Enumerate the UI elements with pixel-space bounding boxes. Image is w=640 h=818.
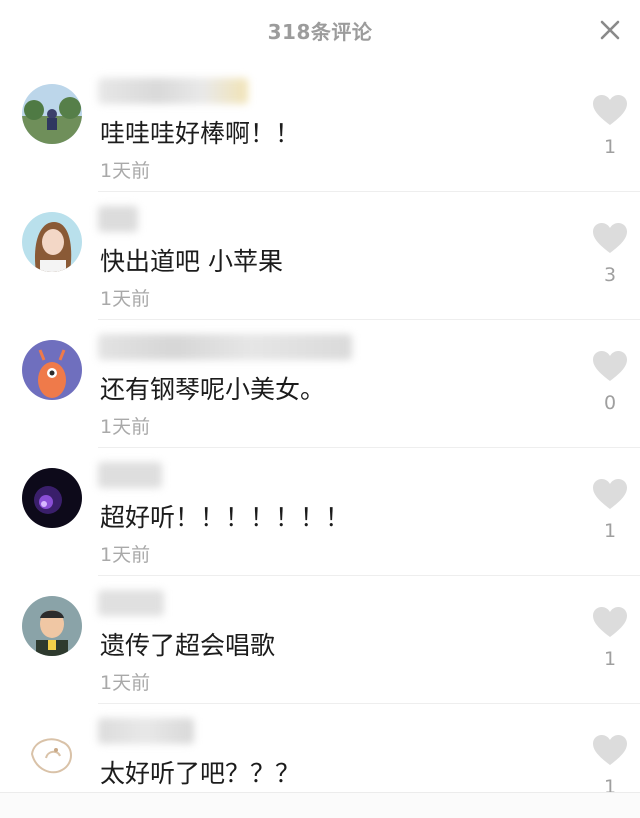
username-blurred [98,334,352,360]
comment-item: 太好听了吧？？？ 1 [0,704,640,792]
comment-count-title: 318条评论 [267,20,373,44]
heart-icon[interactable] [592,606,628,638]
heart-icon[interactable] [592,222,628,254]
heart-icon[interactable] [592,478,628,510]
username-blurred [98,590,164,616]
close-icon[interactable] [598,18,622,42]
heart-icon[interactable] [592,350,628,382]
avatar-image [22,340,82,400]
username-blurred [98,78,248,104]
comment-text: 快出道吧 小苹果 [100,247,283,276]
avatar[interactable] [22,468,82,528]
avatar-image [22,468,82,528]
comment-item: 遗传了超会唱歌 1天前 1 [0,576,640,704]
comment-time: 1天前 [100,672,151,694]
like-count: 1 [603,776,617,792]
comment-time: 1天前 [100,544,151,566]
username-blurred [98,718,194,744]
comment-text: 超好听！！！！！！！ [100,503,351,532]
avatar-image [22,212,82,272]
comment-time: 1天前 [100,160,151,182]
comment-text: 还有钢琴呢小美女。 [100,375,326,404]
like-count: 0 [603,392,617,414]
comment-item: 哇哇哇好棒啊！！ 1天前 1 [0,64,640,192]
avatar-image [22,84,82,144]
avatar[interactable] [22,596,82,656]
username-blurred [98,206,138,232]
avatar[interactable] [22,340,82,400]
like-count: 1 [603,648,617,670]
comment-text: 遗传了超会唱歌 [100,631,276,660]
heart-icon[interactable] [592,734,628,766]
heart-icon[interactable] [592,94,628,126]
comment-item: 快出道吧 小苹果 1天前 3 [0,192,640,320]
comment-time: 1天前 [100,288,151,310]
comment-item: 还有钢琴呢小美女。 1天前 0 [0,320,640,448]
comment-text: 哇哇哇好棒啊！！ [100,119,301,148]
comment-time: 1天前 [100,416,151,438]
avatar[interactable] [22,212,82,272]
avatar-image [22,596,82,656]
avatar-image [22,724,82,784]
username-blurred [98,462,162,488]
comment-input-bar[interactable] [0,792,640,818]
like-count: 1 [603,520,617,542]
comment-item: 超好听！！！！！！！ 1天前 1 [0,448,640,576]
comment-list[interactable]: 哇哇哇好棒啊！！ 1天前 1 快出道吧 小苹果 1天前 3 还有钢琴呢小美女。 … [0,64,640,792]
avatar[interactable] [22,84,82,144]
like-count: 3 [603,264,617,286]
avatar[interactable] [22,724,82,784]
like-count: 1 [603,136,617,158]
comment-text: 太好听了吧？？？ [100,759,301,788]
comment-header: 318条评论 [0,0,640,64]
